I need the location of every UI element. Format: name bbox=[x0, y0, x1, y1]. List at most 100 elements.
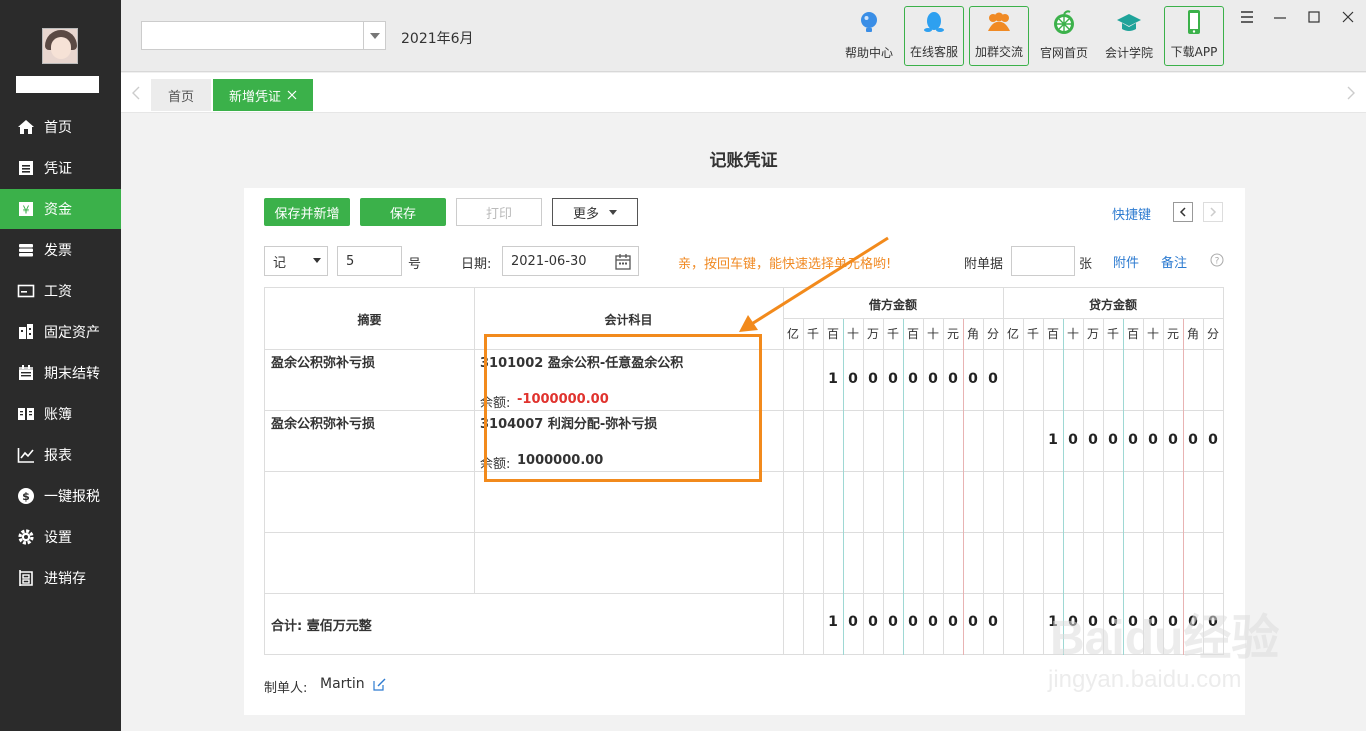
save-and-new-button[interactable]: 保存并新增 bbox=[264, 198, 350, 226]
svg-text:¥: ¥ bbox=[23, 204, 30, 217]
row2-credit-cell[interactable] bbox=[1004, 411, 1223, 471]
building-icon bbox=[17, 323, 35, 341]
more-dropdown[interactable]: 更多 bbox=[552, 198, 638, 226]
sidebar-item-label: 固定资产 bbox=[44, 325, 100, 341]
sidebar-item-invoice[interactable]: 发票 bbox=[0, 230, 121, 270]
sidebar-item-salary[interactable]: 工资 bbox=[0, 271, 121, 311]
sidebar-item-label: 凭证 bbox=[44, 161, 72, 177]
sidebar-item-fixed-assets[interactable]: 固定资产 bbox=[0, 312, 121, 352]
date-label: 日期: bbox=[461, 257, 492, 272]
row3-summary[interactable] bbox=[265, 472, 474, 532]
maker-name: Martin bbox=[320, 676, 365, 692]
sidebar-item-tax[interactable]: $ 一键报税 bbox=[0, 476, 121, 516]
credit-digit-header: 十 bbox=[1066, 327, 1079, 341]
row2-debit-cell[interactable] bbox=[784, 411, 1003, 471]
voucher-word-select[interactable]: 记 bbox=[264, 246, 328, 276]
total-credit-digit: 0 bbox=[1088, 614, 1098, 630]
prev-voucher-button[interactable] bbox=[1173, 202, 1193, 222]
row3-credit-cell[interactable] bbox=[1004, 472, 1223, 532]
row4-credit-cell[interactable] bbox=[1004, 533, 1223, 593]
help-center-label: 帮助中心 bbox=[844, 46, 893, 60]
tab-new-voucher[interactable]: 新增凭证 bbox=[213, 79, 313, 111]
next-voucher-button[interactable] bbox=[1203, 202, 1223, 222]
row2-summary[interactable]: 盈余公积弥补亏损 bbox=[271, 413, 375, 432]
join-group-button[interactable]: 加群交流 bbox=[969, 6, 1029, 66]
row1-account[interactable]: 3101002 盈余公积-任意盈余公积 bbox=[480, 352, 683, 371]
attachments-count-input[interactable] bbox=[1011, 246, 1075, 276]
credit-digit-header: 十 bbox=[1146, 327, 1159, 341]
total-credit-digit: 0 bbox=[1188, 614, 1198, 630]
sidebar-item-reports[interactable]: 报表 bbox=[0, 435, 121, 475]
page-title: 记账凭证 bbox=[709, 151, 778, 171]
row2-account[interactable]: 3104007 利润分配-弥补亏损 bbox=[480, 413, 657, 432]
debit-digit-header: 万 bbox=[866, 327, 879, 341]
minimize-icon[interactable] bbox=[1271, 8, 1289, 26]
lime-icon bbox=[1054, 10, 1074, 34]
chevron-right-icon[interactable] bbox=[1346, 86, 1356, 104]
total-credit-digit: 0 bbox=[1148, 614, 1158, 630]
help-icon[interactable]: ? bbox=[1210, 253, 1224, 267]
credit-digit-header: 角 bbox=[1186, 327, 1199, 341]
total-debit-digit: 0 bbox=[968, 614, 978, 630]
account-header: 会计科目 bbox=[604, 313, 653, 327]
row1-debit-cell[interactable] bbox=[784, 350, 1003, 410]
help-center-button[interactable]: 帮助中心 bbox=[839, 6, 899, 66]
row4-debit-cell[interactable] bbox=[784, 533, 1003, 593]
graduation-cap-icon bbox=[1117, 14, 1141, 31]
total-debit-digit: 0 bbox=[948, 614, 958, 630]
company-select[interactable] bbox=[141, 21, 386, 50]
row1-summary[interactable]: 盈余公积弥补亏损 bbox=[271, 352, 375, 371]
debit-digit-header: 十 bbox=[846, 327, 859, 341]
row4-summary[interactable] bbox=[265, 533, 474, 593]
card-icon bbox=[17, 282, 35, 300]
print-button[interactable]: 打印 bbox=[456, 198, 542, 226]
debit-digit-header: 元 bbox=[946, 327, 959, 341]
home-icon bbox=[17, 118, 35, 136]
date-input[interactable]: 2021-06-30 bbox=[502, 246, 639, 276]
lightbulb-icon bbox=[861, 12, 877, 32]
tab-home[interactable]: 首页 bbox=[151, 79, 211, 111]
sidebar-item-home[interactable]: 首页 bbox=[0, 107, 121, 147]
caret-down-icon bbox=[313, 258, 321, 263]
total-debit-digit: 0 bbox=[908, 614, 918, 630]
sidebar-item-inventory[interactable]: 进销存 bbox=[0, 558, 121, 598]
debit-digit-header: 十 bbox=[926, 327, 939, 341]
row1-credit-cell[interactable] bbox=[1004, 350, 1223, 410]
close-icon[interactable] bbox=[1339, 8, 1357, 26]
row3-debit-cell[interactable] bbox=[784, 472, 1003, 532]
inventory-icon bbox=[17, 569, 35, 587]
caret-down-icon bbox=[609, 209, 617, 215]
avatar[interactable] bbox=[42, 28, 78, 64]
close-tab-icon[interactable] bbox=[287, 90, 297, 100]
online-service-button[interactable]: 在线客服 bbox=[904, 6, 964, 66]
sidebar-item-label: 账簿 bbox=[44, 407, 72, 423]
sidebar-item-voucher[interactable]: 凭证 bbox=[0, 148, 121, 188]
save-button[interactable]: 保存 bbox=[360, 198, 446, 226]
attachment-link[interactable]: 附件 bbox=[1113, 252, 1139, 271]
row2-balance: 1000000.00 bbox=[517, 453, 604, 468]
row4-account[interactable] bbox=[475, 533, 783, 593]
edit-icon[interactable] bbox=[373, 678, 386, 691]
sidebar-item-label: 设置 bbox=[44, 530, 72, 546]
total-credit-digit: 0 bbox=[1128, 614, 1138, 630]
official-site-button[interactable]: 官网首页 bbox=[1034, 6, 1094, 66]
download-app-button[interactable]: 下载APP bbox=[1164, 6, 1224, 66]
total-debit-digit: 0 bbox=[988, 614, 998, 630]
menu-icon[interactable] bbox=[1238, 8, 1256, 26]
shortcut-link[interactable]: 快捷键 bbox=[1112, 204, 1151, 223]
sidebar-item-settings[interactable]: 设置 bbox=[0, 517, 121, 557]
remark-link[interactable]: 备注 bbox=[1161, 252, 1187, 271]
sidebar-item-period-end[interactable]: 期末结转 bbox=[0, 353, 121, 393]
academy-button[interactable]: 会计学院 bbox=[1099, 6, 1159, 66]
calendar-icon[interactable] bbox=[614, 253, 632, 271]
maximize-icon[interactable] bbox=[1305, 8, 1323, 26]
chevron-left-icon[interactable] bbox=[131, 86, 141, 104]
online-service-label: 在线客服 bbox=[909, 45, 958, 59]
row3-account[interactable] bbox=[475, 472, 783, 532]
sidebar-item-label: 工资 bbox=[44, 284, 72, 300]
period-label: 2021年6月 bbox=[401, 31, 474, 47]
voucher-number-input[interactable]: 5 bbox=[337, 246, 402, 276]
sidebar-item-ledger[interactable]: 账簿 bbox=[0, 394, 121, 434]
credit-digit-header: 百 bbox=[1046, 327, 1059, 341]
sidebar-item-funds[interactable]: ¥ 资金 bbox=[0, 189, 121, 229]
